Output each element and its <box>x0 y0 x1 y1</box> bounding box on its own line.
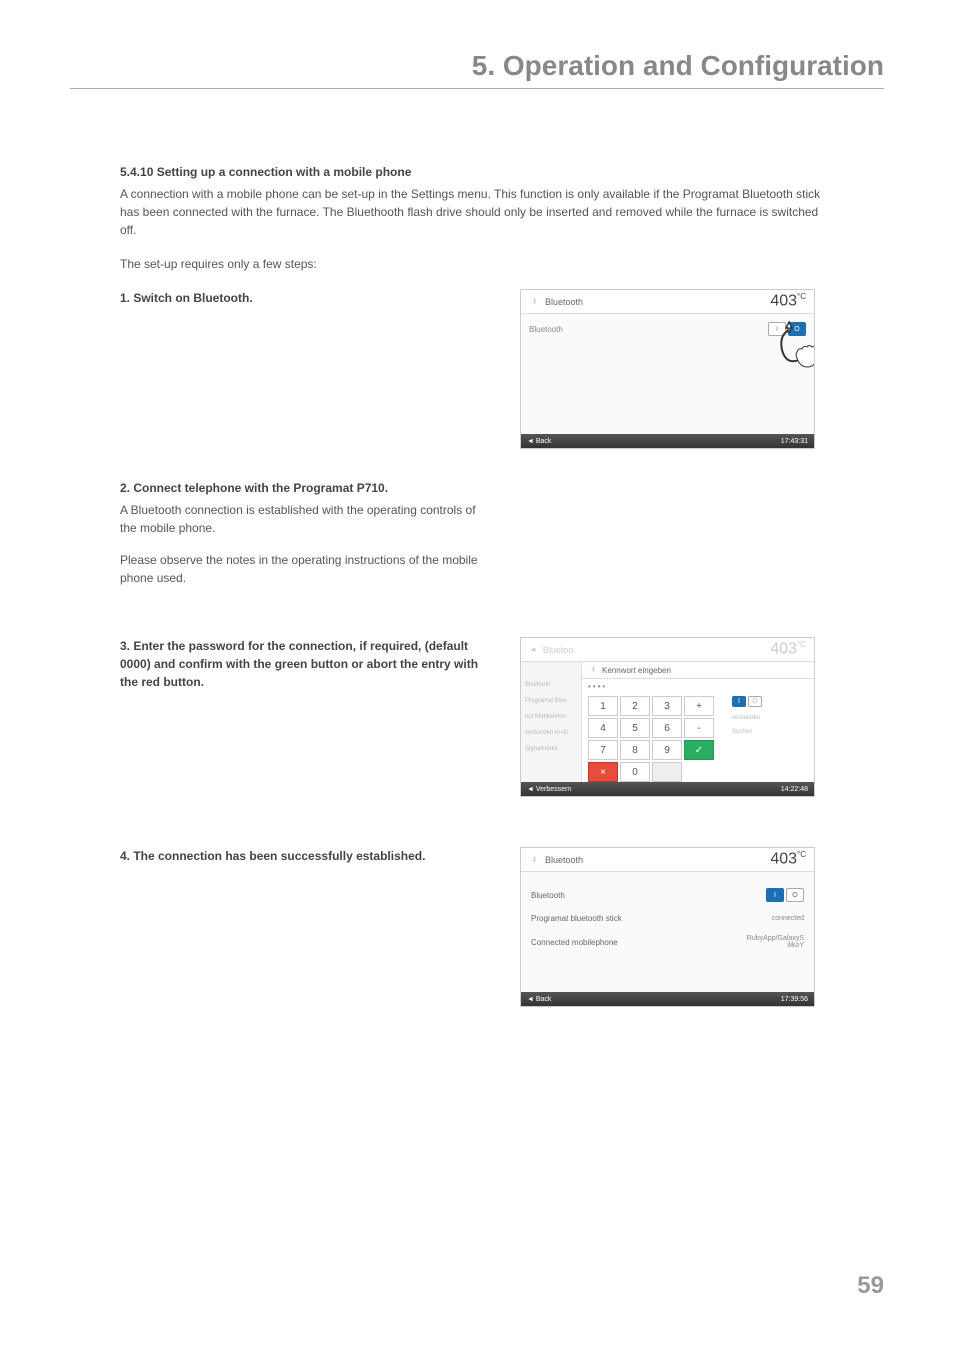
keypad-0[interactable]: 0 <box>620 762 650 782</box>
step-3-screenshot: ◄ Bluetoo 403°C Bluetooth Programat Blue… <box>520 637 815 797</box>
img2-header-label: Bluetoo <box>543 645 574 655</box>
img1-bluetooth-label: Bluetooth <box>529 325 563 334</box>
img3-temp: 403°C <box>770 850 806 868</box>
img2-footer: ◄ Verbessern 14:22:48 <box>521 782 814 796</box>
img2-right-toggle-off: O <box>748 696 762 707</box>
img3-header: Bluetooth 403°C <box>521 848 814 872</box>
sidebar-item: Bluetooth <box>525 682 577 688</box>
img3-body: Bluetooth I O Programat bluetooth stick … <box>521 872 814 992</box>
img2-header: ◄ Bluetoo 403°C <box>521 638 814 662</box>
step-2-row: 2. Connect telephone with the Programat … <box>120 479 834 587</box>
img2-right-toggle: I O <box>732 696 808 707</box>
chapter-title: 5. Operation and Configuration <box>472 50 884 81</box>
keypad-cancel[interactable]: × <box>588 762 618 782</box>
img2-back-button[interactable]: ◄ Verbessern <box>527 786 571 793</box>
img1-header-label: Bluetooth <box>545 297 583 307</box>
img1-back-button[interactable]: ◄ Back <box>527 438 551 445</box>
keypad-plus[interactable]: + <box>684 696 714 716</box>
keypad-1[interactable]: 1 <box>588 696 618 716</box>
img3-toggle[interactable]: I O <box>766 888 804 902</box>
img2-right-status-1: verbunden <box>732 715 808 721</box>
img3-back-button[interactable]: ◄ Back <box>527 996 551 1003</box>
keypad-blank[interactable] <box>652 762 682 782</box>
step-1-screenshot: Bluetooth 403°C Bluetooth I O ◄ Back 17:… <box>520 289 815 449</box>
page-number: 59 <box>857 1272 884 1300</box>
img1-body: Bluetooth I O <box>521 314 814 434</box>
bluetooth-icon <box>529 297 539 307</box>
img2-prompt: Kennwort eingeben <box>602 666 671 675</box>
img3-time: 17:39:56 <box>781 996 808 1003</box>
step-4-title: 4. The connection has been successfully … <box>120 847 490 865</box>
step-1-title: 1. Switch on Bluetooth. <box>120 289 490 307</box>
img2-sidebar: Bluetooth Programat Blue not Mobitelefon… <box>521 662 581 782</box>
img3-phone-status: RubyApp/GalaxyS ilikoY <box>747 935 804 949</box>
img2-keypad-header: Kennwort eingeben <box>582 662 814 679</box>
img3-toggle-on[interactable]: I <box>766 888 784 902</box>
keypad-confirm[interactable]: ✓ <box>684 740 714 760</box>
intro-paragraph-2: The set-up requires only a few steps: <box>120 255 834 273</box>
step-3-title: 3. Enter the password for the connection… <box>120 637 490 691</box>
step-2-text-2: Please observe the notes in the operatin… <box>120 551 490 587</box>
img3-header-label: Bluetooth <box>545 855 583 865</box>
step-3-row: 3. Enter the password for the connection… <box>120 637 834 797</box>
keypad-3[interactable]: 3 <box>652 696 682 716</box>
img3-bluetooth-label: Bluetooth <box>531 891 565 900</box>
img1-time: 17:43:31 <box>781 438 808 445</box>
main-content: 5.4.10 Setting up a connection with a mo… <box>120 165 834 1037</box>
step-2-text: 2. Connect telephone with the Programat … <box>120 479 490 587</box>
step-2-text-1: A Bluetooth connection is established wi… <box>120 501 490 537</box>
img2-keypad-container: Kennwort eingeben •••• 1 2 3 + 4 5 6 - 7… <box>581 662 814 782</box>
img2-back-chevron: ◄ <box>529 645 537 654</box>
step-4-row: 4. The connection has been successfully … <box>120 847 834 1007</box>
keypad-6[interactable]: 6 <box>652 718 682 738</box>
keypad-minus[interactable]: - <box>684 718 714 738</box>
step-2-title: 2. Connect telephone with the Programat … <box>120 479 490 497</box>
sidebar-item: Programat Blue <box>525 698 577 704</box>
keypad-5[interactable]: 5 <box>620 718 650 738</box>
img2-time: 14:22:48 <box>781 786 808 793</box>
sidebar-item: verbunden m-ID <box>525 730 577 736</box>
img3-stick-label: Programat bluetooth stick <box>531 914 622 923</box>
step-1-row: 1. Switch on Bluetooth. Bluetooth 403°C … <box>120 289 834 449</box>
img2-password-dots: •••• <box>582 679 814 694</box>
img1-temp: 403°C <box>770 292 806 310</box>
keypad-4[interactable]: 4 <box>588 718 618 738</box>
cursor-hand-icon <box>774 320 815 370</box>
img2-temp: 403°C <box>770 640 806 658</box>
img2-right-status-2: Suchen <box>732 729 808 735</box>
img2-keypad-grid: 1 2 3 + 4 5 6 - 7 8 9 ✓ × 0 <box>582 694 720 784</box>
keypad-9[interactable]: 9 <box>652 740 682 760</box>
step-4-screenshot: Bluetooth 403°C Bluetooth I O Programat … <box>520 847 815 1007</box>
img3-footer: ◄ Back 17:39:56 <box>521 992 814 1006</box>
img3-toggle-off[interactable]: O <box>786 888 804 902</box>
bluetooth-icon <box>588 665 598 675</box>
intro-paragraph-1: A connection with a mobile phone can be … <box>120 185 834 239</box>
img3-phone-label: Connected mobilephone <box>531 938 618 947</box>
keypad-7[interactable]: 7 <box>588 740 618 760</box>
sidebar-item: not Mobitelefon <box>525 714 577 720</box>
img3-stick-status: connected <box>772 915 804 922</box>
img2-right-toggle-on: I <box>732 696 746 707</box>
bluetooth-icon <box>529 855 539 865</box>
img1-header: Bluetooth 403°C <box>521 290 814 314</box>
keypad-8[interactable]: 8 <box>620 740 650 760</box>
chapter-header: 5. Operation and Configuration <box>70 50 884 89</box>
sidebar-item: Signalstärke <box>525 746 577 752</box>
section-heading: 5.4.10 Setting up a connection with a mo… <box>120 165 834 179</box>
img1-footer: ◄ Back 17:43:31 <box>521 434 814 448</box>
keypad-2[interactable]: 2 <box>620 696 650 716</box>
